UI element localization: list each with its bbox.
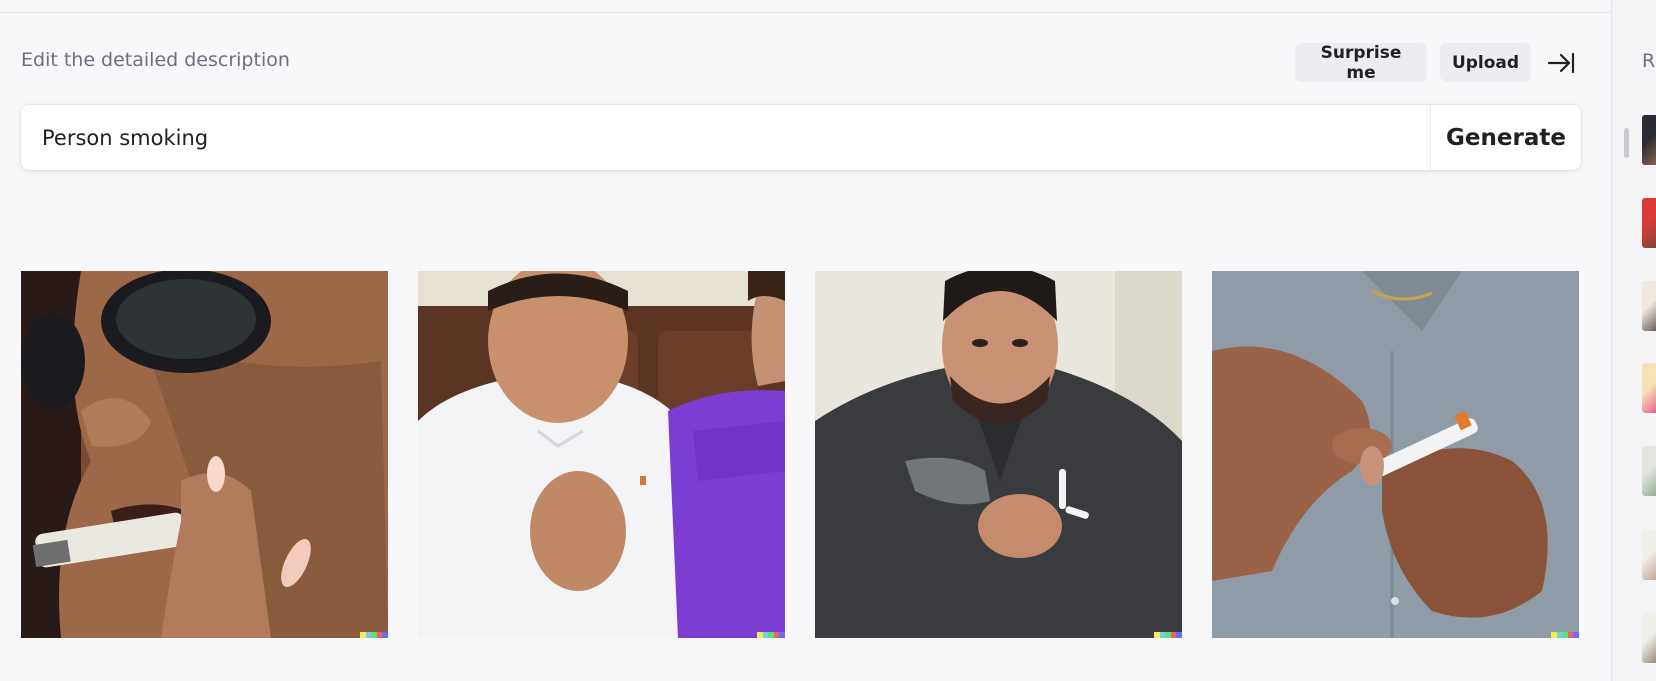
recent-thumbnail[interactable] — [1642, 281, 1656, 331]
recent-thumbnail[interactable] — [1642, 446, 1656, 496]
prompt-bar: Person smoking Generate — [21, 105, 1581, 170]
result-image-2[interactable] — [418, 271, 785, 638]
watermark-badge — [1154, 632, 1182, 638]
upload-button[interactable]: Upload — [1440, 43, 1531, 82]
result-image-1-illustration — [21, 271, 388, 638]
watermark-badge — [757, 632, 785, 638]
surprise-me-button[interactable]: Surprise me — [1295, 43, 1427, 83]
result-image-4-illustration — [1212, 271, 1579, 638]
watermark-badge — [360, 632, 388, 638]
prompt-input[interactable]: Person smoking — [21, 126, 1430, 150]
result-image-3-illustration — [815, 271, 1182, 638]
description-hint: Edit the detailed description — [21, 49, 290, 71]
result-image-4[interactable] — [1212, 271, 1579, 638]
recent-panel-title: R — [1642, 50, 1656, 72]
editor-main: Edit the detailed description Surprise m… — [0, 0, 1611, 681]
collapse-panel-button[interactable] — [1546, 48, 1576, 78]
watermark-badge — [1551, 632, 1579, 638]
recent-thumbnail[interactable] — [1642, 115, 1656, 165]
recent-panel: R — [1611, 0, 1656, 681]
recent-thumbnail[interactable] — [1642, 613, 1656, 663]
result-image-3[interactable] — [815, 271, 1182, 638]
recent-thumbnail[interactable] — [1642, 198, 1656, 248]
recent-thumbnail[interactable] — [1642, 363, 1656, 413]
arrow-right-to-bar-icon — [1547, 52, 1575, 74]
result-image-1[interactable] — [21, 271, 388, 638]
recent-thumbnail[interactable] — [1642, 530, 1656, 580]
recent-panel-scrollbar[interactable] — [1624, 128, 1629, 158]
result-image-2-illustration — [418, 271, 785, 638]
generate-button[interactable]: Generate — [1431, 125, 1581, 151]
